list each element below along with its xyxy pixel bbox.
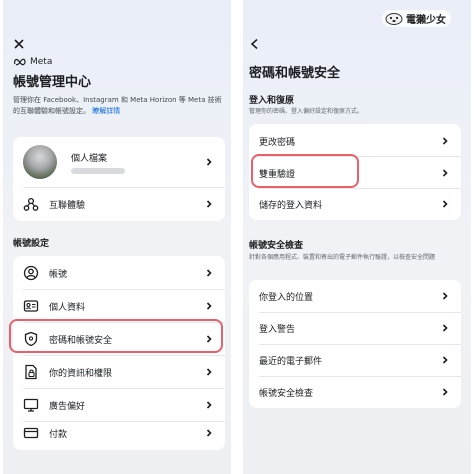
change-password-label: 更改密碼 [259, 137, 296, 148]
profile-label: 個人檔案 [71, 153, 108, 164]
chevron-right-icon [206, 302, 212, 310]
chevron-right-icon [206, 368, 212, 376]
settings-item-label: 帳號 [49, 269, 68, 280]
settings-item-account[interactable]: 帳號 [13, 257, 225, 289]
chevron-right-icon [442, 388, 448, 396]
saved-login-label: 儲存的登入資料 [259, 200, 323, 211]
chevron-right-icon [206, 200, 212, 208]
otter-logo-icon [385, 12, 403, 25]
profile-card: 個人檔案 互聯體驗 [13, 137, 225, 221]
meta-infinity-icon [14, 58, 26, 66]
profile-name-blurred [71, 167, 125, 174]
highlight-two-factor [251, 154, 359, 188]
security-checkup-label: 帳號安全檢查 [259, 388, 314, 399]
close-icon[interactable] [13, 38, 25, 50]
chevron-right-icon [206, 401, 212, 409]
change-password-row[interactable]: 更改密碼 [249, 125, 461, 157]
login-alerts-row[interactable]: 登入警告 [249, 312, 461, 344]
recent-emails-label: 最近的電子郵件 [259, 356, 323, 367]
avatar [23, 145, 57, 179]
recent-emails-row[interactable]: 最近的電子郵件 [249, 344, 461, 376]
security-checkup-row[interactable]: 帳號安全檢查 [249, 376, 461, 408]
settings-item-payments[interactable]: 付款 [13, 417, 225, 449]
account-center-panel: Meta 帳號管理中心 管理你在 Facebook、Instagram 和 Me… [3, 0, 231, 474]
login-section-title: 登入和復原 [249, 96, 295, 106]
watermark: 電獺少女 [382, 10, 451, 27]
settings-item-label: 廣告偏好 [49, 401, 86, 412]
user-circle-icon [23, 265, 39, 281]
chevron-right-icon [206, 429, 212, 437]
description: 管理你在 Facebook、Instagram 和 Meta Horizon 等… [13, 95, 225, 117]
security-check-section-title: 帳號安全檢查 [249, 241, 304, 251]
password-security-panel: 密碼和帳號安全 登入和復原 管理你的密碼、登入偏好設定和復原方式。 更改密碼 雙… [243, 0, 471, 474]
meta-brand-text: Meta [30, 57, 53, 67]
chevron-right-icon [206, 158, 212, 166]
chevron-right-icon [442, 324, 448, 332]
back-arrow-icon[interactable] [249, 38, 261, 50]
chevron-right-icon [442, 137, 448, 145]
chevron-right-icon [206, 269, 212, 277]
where-logged-in-row[interactable]: 你登入的位置 [249, 280, 461, 312]
watermark-text: 電獺少女 [406, 15, 446, 26]
monitor-icon [23, 398, 39, 412]
learn-more-link[interactable]: 瞭解詳情 [92, 107, 120, 115]
login-alerts-label: 登入警告 [259, 324, 296, 335]
login-section-subtitle: 管理你的密碼、登入偏好設定和復原方式。 [249, 108, 364, 115]
security-check-section-subtitle: 針對各個應用程式、裝置和寄出的電子郵件執行驗證，以檢查安全問題 [249, 254, 436, 261]
credit-card-icon [23, 427, 39, 439]
security-check-card: 你登入的位置 登入警告 最近的電子郵件 帳號安全檢查 [249, 280, 461, 408]
where-logged-in-label: 你登入的位置 [259, 292, 314, 303]
document-lock-icon [25, 364, 37, 380]
settings-item-label: 個人資料 [49, 302, 86, 313]
profile-row[interactable]: 個人檔案 [13, 141, 225, 183]
account-settings-card: 帳號 個人資料 密碼和帳號安全 你的資訊和權限 廣告偏好 付款 [13, 256, 225, 450]
chevron-right-icon [442, 292, 448, 300]
chevron-right-icon [442, 200, 448, 208]
settings-item-personal-details[interactable]: 個人資料 [13, 290, 225, 322]
saved-login-row[interactable]: 儲存的登入資料 [249, 188, 461, 220]
connected-experiences-label: 互聯體驗 [49, 200, 86, 211]
settings-item-label: 你的資訊和權限 [49, 368, 113, 379]
account-settings-title: 帳號設定 [13, 239, 50, 249]
page-title: 密碼和帳號安全 [249, 66, 341, 81]
meta-logo: Meta [13, 57, 52, 67]
connected-experiences-row[interactable]: 互聯體驗 [13, 188, 225, 220]
highlight-password-security [9, 319, 223, 353]
settings-item-label: 付款 [49, 429, 68, 440]
chevron-right-icon [442, 356, 448, 364]
id-card-icon [23, 300, 39, 312]
chevron-right-icon [442, 169, 448, 177]
page-title: 帳號管理中心 [13, 75, 92, 90]
settings-item-your-info[interactable]: 你的資訊和權限 [13, 356, 225, 388]
network-icon [23, 197, 39, 211]
